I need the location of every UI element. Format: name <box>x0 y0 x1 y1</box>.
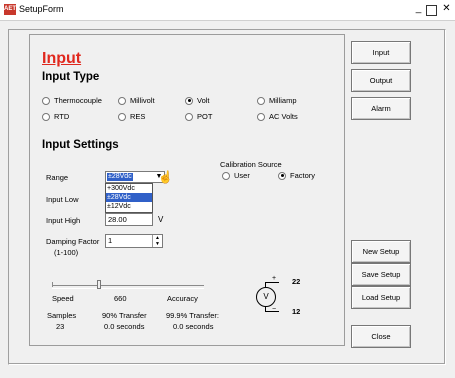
voltmeter-icon: V <box>256 287 276 307</box>
calibration-source-label: Calibration Source <box>220 160 282 169</box>
samples-value: 23 <box>56 322 65 331</box>
range-option-highlighted[interactable]: ±28Vdc <box>106 193 152 202</box>
range-label: Range <box>46 173 69 182</box>
radio-ac-volts[interactable]: AC Volts <box>257 112 298 121</box>
input-high-label: Input High <box>46 216 81 225</box>
damping-factor-label: Damping Factor <box>46 237 100 246</box>
input-type-title: Input Type <box>42 71 100 83</box>
wire <box>265 282 279 283</box>
radio-dot <box>185 112 193 121</box>
radio-dot-selected <box>278 171 286 180</box>
range-select[interactable]: ±28Vdc ▼ <box>105 171 165 183</box>
app-logo-icon: AET <box>4 4 16 15</box>
range-option[interactable]: +300Vdc <box>106 184 152 193</box>
close-window-button[interactable]: ✕ <box>440 3 453 15</box>
radio-dot <box>118 112 126 121</box>
radio-res[interactable]: RES <box>118 112 145 121</box>
radio-rtd[interactable]: RTD <box>42 112 69 121</box>
terminal-bottom-number: 12 <box>292 307 301 316</box>
speed-label: Speed <box>52 294 74 303</box>
radio-millivolt[interactable]: Millivolt <box>118 96 155 105</box>
spinner-arrows-icon[interactable]: ▲ ▼ <box>152 235 162 247</box>
radio-dot <box>222 171 230 180</box>
plus-sign: + <box>272 275 277 282</box>
new-setup-button[interactable]: New Setup <box>351 240 411 263</box>
damping-range-label: (1-100) <box>54 248 79 257</box>
window-title: SetupForm <box>19 4 64 14</box>
title-bar: AET SetupForm _ ✕ <box>0 0 455 21</box>
range-selected-value: ±28Vdc <box>107 173 133 181</box>
load-setup-button[interactable]: Load Setup <box>351 286 411 309</box>
slider-tick <box>52 282 53 287</box>
terminal-top-number: 22 <box>292 277 301 286</box>
damping-factor-field[interactable]: 1 ▲ ▼ <box>105 234 163 248</box>
alarm-button[interactable]: Alarm <box>351 97 411 120</box>
input-button[interactable]: Input <box>351 41 411 64</box>
radio-calibration-factory[interactable]: Factory <box>278 171 315 180</box>
radio-milliamp[interactable]: Milliamp <box>257 96 297 105</box>
transfer-90-label: 90% Transfer <box>102 311 147 320</box>
radio-volt[interactable]: Volt <box>185 96 210 105</box>
radio-dot-selected <box>185 96 193 105</box>
damping-factor-value: 1 <box>108 236 113 245</box>
radio-dot <box>257 96 265 105</box>
range-dropdown-list: +300Vdc ±28Vdc ±12Vdc <box>105 183 153 213</box>
minus-sign: − <box>272 306 277 313</box>
speed-slider-track[interactable] <box>52 285 204 289</box>
radio-dot <box>257 112 265 121</box>
hand-cursor-icon: ☝ <box>158 170 173 184</box>
input-low-label: Input Low <box>46 195 79 204</box>
maximize-button[interactable] <box>426 5 437 16</box>
radio-pot[interactable]: POT <box>185 112 212 121</box>
radio-calibration-user[interactable]: User <box>222 171 250 180</box>
speed-value: 660 <box>114 294 127 303</box>
radio-dot <box>42 112 50 121</box>
range-option[interactable]: ±12Vdc <box>106 202 152 211</box>
radio-dot <box>42 96 50 105</box>
radio-thermocouple[interactable]: Thermocouple <box>42 96 102 105</box>
minimize-button[interactable]: _ <box>412 3 425 15</box>
input-high-unit: V <box>158 215 164 224</box>
input-high-field[interactable]: 28.00 <box>105 213 153 226</box>
sidebar: Input Output Alarm New Setup Save Setup … <box>346 30 442 360</box>
transfer-90-value: 0.0 seconds <box>104 322 145 331</box>
page-title: Input <box>42 50 82 67</box>
save-setup-button[interactable]: Save Setup <box>351 263 411 286</box>
radio-dot <box>118 96 126 105</box>
input-settings-title: Input Settings <box>42 139 119 151</box>
close-button[interactable]: Close <box>351 325 411 348</box>
samples-label: Samples <box>47 311 77 320</box>
speed-slider-thumb[interactable] <box>97 280 101 289</box>
output-button[interactable]: Output <box>351 69 411 92</box>
transfer-999-label: 99.9% Transfer: <box>166 311 219 320</box>
transfer-999-value: 0.0 seconds <box>173 322 214 331</box>
accuracy-label: Accuracy <box>167 294 198 303</box>
